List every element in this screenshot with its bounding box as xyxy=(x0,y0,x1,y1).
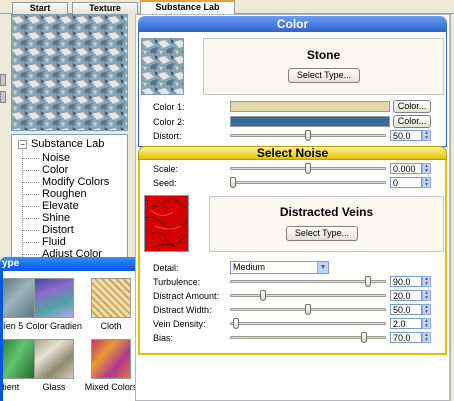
type-thumb-gradient5[interactable] xyxy=(3,278,35,318)
tree-root-label: Substance Lab xyxy=(31,138,105,150)
spinner-icon[interactable]: ▲ ▼ xyxy=(422,163,431,174)
texture-preview xyxy=(11,14,128,131)
distort-slider-thumb[interactable] xyxy=(305,130,311,141)
distract-width-label: Distract Width: xyxy=(153,305,212,315)
type-window-title[interactable]: ype xyxy=(0,257,151,271)
distract-amount-slider-track[interactable] xyxy=(230,294,386,297)
noise-type-name: Distracted Veins xyxy=(279,205,374,219)
substance-tree[interactable]: − Substance Lab Noise Color Modify Colors… xyxy=(11,134,128,274)
stone-texture-image xyxy=(12,15,127,130)
detail-label: Detail: xyxy=(153,263,179,273)
color-header: Color xyxy=(138,16,447,32)
noise-type-box: Distracted Veins Select Type... xyxy=(209,196,444,252)
type-thumb-color-gradient[interactable] xyxy=(34,278,74,318)
color2-swatch[interactable] xyxy=(230,116,390,127)
tree-root-substance-lab[interactable]: − Substance Lab xyxy=(18,138,104,151)
seed-slider-thumb[interactable] xyxy=(230,177,236,188)
noise-texture-thumb xyxy=(144,195,189,252)
scale-value[interactable]: 0.000 xyxy=(390,163,422,174)
app-window: Start Texture Substance Lab − Substance … xyxy=(0,0,454,401)
substance-panel: Color Stone Select Type... Color 1: Colo… xyxy=(135,14,450,401)
seed-slider-track[interactable] xyxy=(230,181,386,184)
scale-slider-thumb[interactable] xyxy=(305,163,311,174)
tree-item-modify-colors[interactable]: Modify Colors xyxy=(22,176,109,188)
distract-amount-label: Distract Amount: xyxy=(153,291,220,301)
tab-start[interactable]: Start xyxy=(12,2,68,14)
bias-value[interactable]: 70.0 xyxy=(390,332,422,343)
select-type-button[interactable]: Select Type... xyxy=(288,68,360,83)
tree-item-elevate[interactable]: Elevate xyxy=(23,200,79,212)
tab-texture[interactable]: Texture xyxy=(72,2,138,14)
distract-amount-slider-thumb[interactable] xyxy=(260,290,266,301)
right-edge xyxy=(450,14,454,401)
tree-item-fluid[interactable]: Fluid xyxy=(23,236,66,248)
type-label: Cloth xyxy=(100,321,122,331)
tab-substance-lab[interactable]: Substance Lab xyxy=(140,0,235,15)
color-type-name: Stone xyxy=(306,48,341,62)
tree-item-noise[interactable]: Noise xyxy=(22,152,70,164)
distract-amount-value[interactable]: 20.0 xyxy=(390,290,422,301)
color1-swatch[interactable] xyxy=(230,101,390,112)
bias-label: Bias: xyxy=(153,333,174,343)
distract-width-value[interactable]: 50.0 xyxy=(390,304,422,315)
red-veins-image xyxy=(144,196,188,251)
spinner-icon[interactable]: ▲ ▼ xyxy=(422,177,431,188)
tree-item-color[interactable]: Color xyxy=(22,164,69,176)
vein-density-slider-track[interactable] xyxy=(230,322,386,325)
color-type-box: Stone Select Type... xyxy=(203,38,444,95)
seed-label: Seed: xyxy=(153,178,177,188)
detail-select[interactable]: Medium ▼ xyxy=(230,261,329,274)
spinner-icon[interactable]: ▲ ▼ xyxy=(422,304,431,315)
vein-density-slider-thumb[interactable] xyxy=(233,318,239,329)
bias-slider-thumb[interactable] xyxy=(360,332,367,343)
seed-value[interactable]: 0 xyxy=(390,177,422,188)
type-label: Color Gradien xyxy=(25,321,83,331)
scale-label: Scale: xyxy=(153,164,179,174)
spinner-icon[interactable]: ▲ ▼ xyxy=(422,318,431,329)
turbulence-label: Turbulence: xyxy=(153,277,201,287)
distract-width-slider-thumb[interactable] xyxy=(305,304,311,315)
chevron-down-icon[interactable]: ▼ xyxy=(317,262,328,273)
color2-button[interactable]: Color... xyxy=(393,115,431,128)
tree-item-shine[interactable]: Shine xyxy=(22,212,70,224)
color-texture-thumb xyxy=(141,38,184,95)
noise-header: Select Noise xyxy=(138,146,447,160)
spinner-icon[interactable]: ▲ ▼ xyxy=(422,276,431,287)
noise-select-type-button[interactable]: Select Type... xyxy=(286,226,358,241)
side-tool-button[interactable] xyxy=(0,74,6,86)
type-thumb-glass[interactable] xyxy=(34,339,74,379)
spinner-icon[interactable]: ▲ ▼ xyxy=(422,130,431,141)
type-thumb-mixed-colors[interactable] xyxy=(91,339,131,379)
spinner-icon[interactable]: ▲ ▼ xyxy=(422,290,431,301)
type-grid: radien 5 Color Gradien Cloth adient Glas… xyxy=(3,271,148,401)
stone-thumb-image xyxy=(142,39,183,94)
vein-density-value[interactable]: 2.0 xyxy=(390,318,422,329)
vein-density-label: Vein Density: xyxy=(153,319,206,329)
distort-value[interactable]: 50.0 xyxy=(390,130,422,141)
distort-label: Distort: xyxy=(153,131,182,141)
detail-value: Medium xyxy=(233,262,266,272)
type-label: Mixed Colors xyxy=(84,382,138,392)
tab-bar: Start Texture Substance Lab xyxy=(0,0,454,15)
color1-label: Color 1: xyxy=(153,102,185,112)
type-label: Glass xyxy=(42,382,66,392)
type-thumb-cloth[interactable] xyxy=(91,278,131,318)
tree-item-distort[interactable]: Distort xyxy=(23,224,74,236)
collapse-icon[interactable]: − xyxy=(18,139,27,149)
type-window: ype × radien 5 Color Gradien Cloth adien… xyxy=(0,257,151,401)
turbulence-value[interactable]: 90.0 xyxy=(390,276,422,287)
turbulence-slider-thumb[interactable] xyxy=(365,276,371,287)
color2-label: Color 2: xyxy=(153,117,185,127)
type-thumb-gradient[interactable] xyxy=(3,339,35,379)
tree-item-roughen[interactable]: Roughen xyxy=(23,188,87,200)
spinner-icon[interactable]: ▲ ▼ xyxy=(422,332,431,343)
side-tool-button[interactable] xyxy=(0,91,6,103)
color1-button[interactable]: Color... xyxy=(393,100,431,113)
turbulence-slider-track[interactable] xyxy=(230,280,386,283)
